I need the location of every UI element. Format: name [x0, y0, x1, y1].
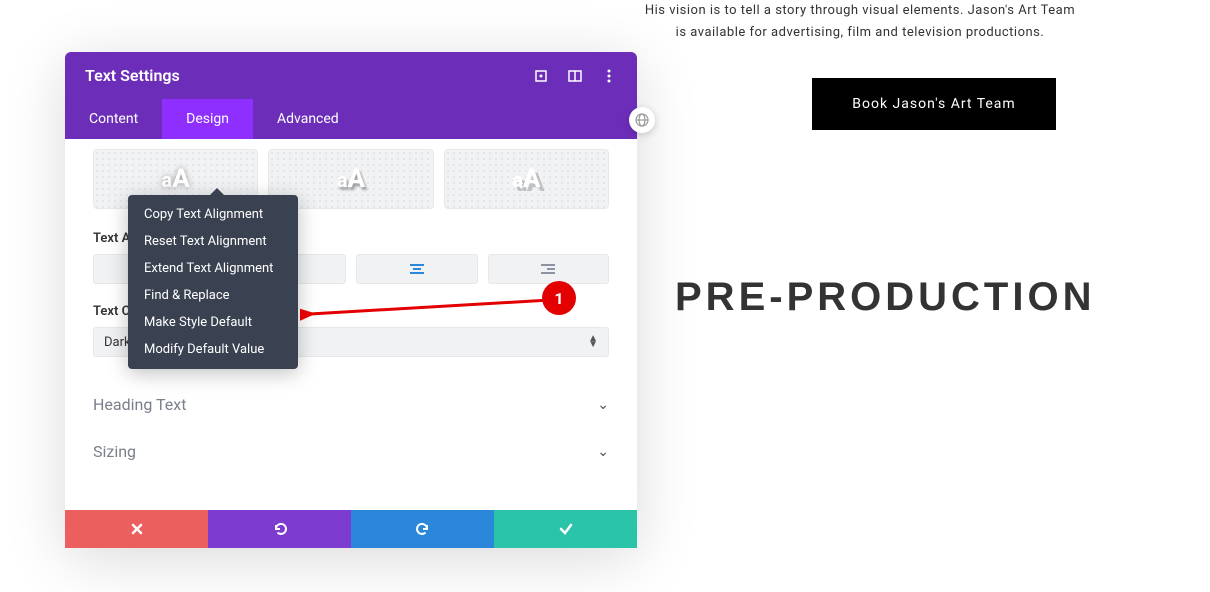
desc-line-2: is available for advertising, film and t… — [676, 25, 1045, 40]
tab-advanced[interactable]: Advanced — [253, 99, 363, 139]
sizing-title: Sizing — [93, 442, 136, 461]
close-icon — [129, 521, 145, 537]
globe-button[interactable] — [629, 107, 655, 133]
undo-icon — [272, 521, 288, 537]
shadow-glyph: aA — [162, 164, 190, 194]
menu-modify-default[interactable]: Modify Default Value — [128, 336, 298, 363]
expand-icon[interactable] — [533, 68, 549, 84]
sizing-section[interactable]: Sizing ⌄ — [93, 428, 609, 475]
align-justify-button[interactable] — [488, 254, 610, 284]
heading-text-title: Heading Text — [93, 395, 186, 414]
chevron-down-icon: ⌄ — [597, 397, 609, 413]
check-icon — [558, 521, 574, 537]
select-updown-icon: ▲▼ — [588, 336, 598, 348]
redo-icon — [415, 521, 431, 537]
page-description: His vision is to tell a story through vi… — [570, 0, 1150, 44]
kebab-menu-icon[interactable] — [601, 68, 617, 84]
align-center-active-icon — [410, 264, 424, 274]
align-justify-icon — [541, 264, 555, 274]
shadow-glyph: aA — [512, 164, 540, 194]
align-center-selected-button[interactable] — [356, 254, 478, 284]
menu-make-default[interactable]: Make Style Default — [128, 309, 298, 336]
menu-copy-alignment[interactable]: Copy Text Alignment — [128, 201, 298, 228]
chevron-down-icon: ⌄ — [597, 444, 609, 460]
panel-header: Text Settings — [65, 52, 637, 99]
badge-number: 1 — [554, 289, 563, 308]
tab-content[interactable]: Content — [65, 99, 162, 139]
book-team-label: Book Jason's Art Team — [852, 96, 1015, 112]
annotation-badge-1: 1 — [542, 281, 576, 315]
cancel-button[interactable] — [65, 510, 208, 548]
book-team-button[interactable]: Book Jason's Art Team — [812, 78, 1056, 130]
panel-tabs: Content Design Advanced — [65, 99, 637, 139]
panel-title: Text Settings — [85, 66, 180, 85]
text-color-value: Dark — [104, 335, 131, 350]
alignment-context-menu: Copy Text Alignment Reset Text Alignment… — [128, 195, 298, 369]
preproduction-heading: PRE-PRODUCTION — [675, 275, 1095, 320]
menu-extend-alignment[interactable]: Extend Text Alignment — [128, 255, 298, 282]
menu-find-replace[interactable]: Find & Replace — [128, 282, 298, 309]
shadow-glyph: aA — [337, 164, 365, 194]
save-button[interactable] — [494, 510, 637, 548]
header-icon-group — [533, 68, 617, 84]
sidebar-toggle-icon[interactable] — [567, 68, 583, 84]
shadow-option-3[interactable]: aA — [444, 149, 609, 209]
panel-footer — [65, 510, 637, 548]
heading-text-section[interactable]: Heading Text ⌄ — [93, 381, 609, 428]
redo-button[interactable] — [351, 510, 494, 548]
desc-line-1: His vision is to tell a story through vi… — [645, 3, 1075, 18]
undo-button[interactable] — [208, 510, 351, 548]
annotation-arrow — [300, 292, 560, 322]
menu-reset-alignment[interactable]: Reset Text Alignment — [128, 228, 298, 255]
tab-design[interactable]: Design — [162, 99, 253, 139]
globe-icon — [634, 112, 650, 128]
